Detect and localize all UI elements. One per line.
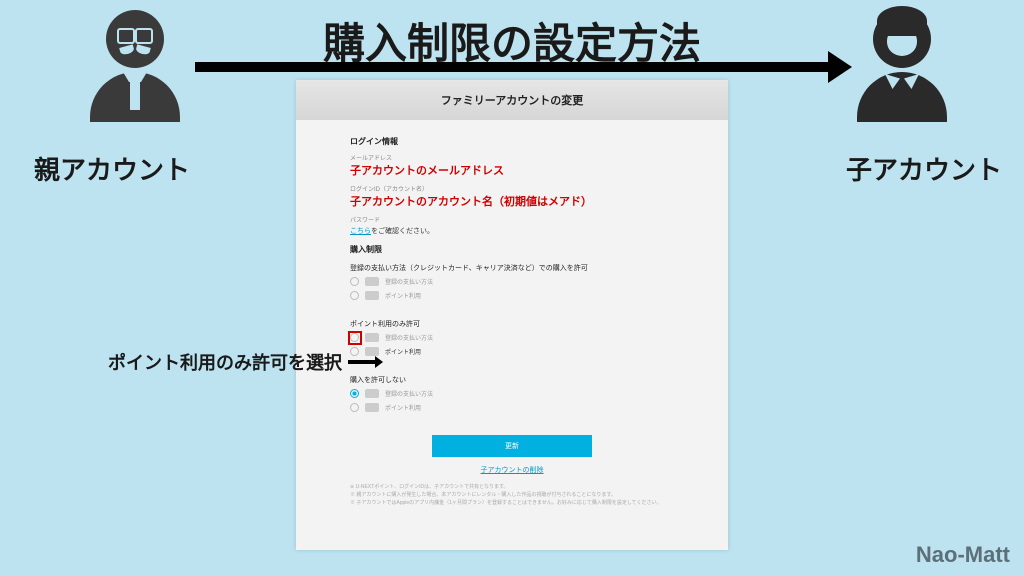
option1-row2-text: ポイント利用 (385, 291, 421, 300)
child-person-icon (842, 10, 962, 140)
watermark: Nao-Matt (916, 542, 1010, 568)
screenshot-header: ファミリーアカウントの変更 (296, 80, 728, 120)
password-link[interactable]: こちら (350, 228, 371, 235)
arrow-right-small-icon (348, 360, 376, 364)
card-icon (365, 277, 379, 286)
login-section-title: ログイン情報 (350, 136, 674, 147)
update-button[interactable]: 更新 (432, 435, 592, 457)
note-2: ※ 親アカウントに購入が発生した場合、本アカウントにレンタル・購入した作品の視聴… (350, 491, 674, 499)
card-icon (365, 389, 379, 398)
radio-icon[interactable] (350, 403, 359, 412)
points-icon (365, 403, 379, 412)
password-label: パスワード (350, 215, 674, 224)
option3-label: 購入を許可しない (350, 375, 674, 385)
option2-row1-text: 登録の支払い方法 (385, 333, 433, 342)
card-icon (365, 333, 379, 342)
option1-row1-text: 登録の支払い方法 (385, 277, 433, 286)
option3-row1-text: 登録の支払い方法 (385, 389, 433, 398)
purchase-option-2[interactable]: ポイント利用のみ許可 登録の支払い方法 ポイント利用 (350, 317, 674, 365)
parent-person-icon (75, 10, 195, 140)
child-account-label: 子アカウント (846, 150, 1002, 187)
radio-checked-icon[interactable] (350, 389, 359, 398)
loginid-label: ログインID（アカウント名） (350, 184, 674, 193)
purchase-option-1[interactable]: 登録の支払い方法（クレジットカード、キャリア決済など）での購入を許可 登録の支払… (350, 261, 674, 309)
settings-screenshot: ファミリーアカウントの変更 ログイン情報 メールアドレス 子アカウントのメールア… (296, 80, 728, 550)
option2-label: ポイント利用のみ許可 (350, 319, 674, 329)
email-overlay-annotation: 子アカウントのメールアドレス (350, 162, 504, 178)
delete-account-link[interactable]: 子アカウントの削除 (350, 465, 674, 475)
option1-label: 登録の支払い方法（クレジットカード、キャリア決済など）での購入を許可 (350, 263, 674, 273)
password-suffix: をご確認ください。 (371, 228, 434, 235)
highlight-box-icon (348, 331, 362, 345)
footer-notes: ※ U-NEXTポイント、ログインIDは、子アカウントで共有となります。 ※ 親… (350, 483, 674, 507)
arrow-right-icon (195, 62, 830, 72)
option3-row2-text: ポイント利用 (385, 403, 421, 412)
email-label: メールアドレス (350, 153, 674, 162)
mustache-icon (120, 46, 150, 56)
collar-icon (885, 74, 919, 92)
glasses-icon (117, 28, 153, 40)
purchase-option-3[interactable]: 購入を許可しない 登録の支払い方法 ポイント利用 (350, 373, 674, 421)
tie-icon (130, 78, 140, 110)
loginid-field[interactable]: 子アカウントのアカウント名（初期値はメアド） (350, 195, 674, 207)
points-icon (365, 291, 379, 300)
radio-icon[interactable] (350, 277, 359, 286)
email-field[interactable]: 子アカウントのメールアドレス (350, 164, 674, 176)
purchase-section-title: 購入制限 (350, 244, 674, 255)
note-3: ※ 子アカウントではAppleのアプリ内課金（1ヶ月間プラン）を登録することはで… (350, 499, 674, 507)
loginid-overlay-annotation: 子アカウントのアカウント名（初期値はメアド） (350, 193, 592, 209)
radio-icon[interactable] (350, 291, 359, 300)
annotation-text: ポイント利用のみ許可を選択 (108, 349, 342, 375)
note-1: ※ U-NEXTポイント、ログインIDは、子アカウントで共有となります。 (350, 483, 674, 491)
option2-row2-text: ポイント利用 (385, 347, 421, 356)
parent-account-label: 親アカウント (34, 150, 190, 187)
annotation-points-only: ポイント利用のみ許可を選択 (108, 349, 376, 375)
